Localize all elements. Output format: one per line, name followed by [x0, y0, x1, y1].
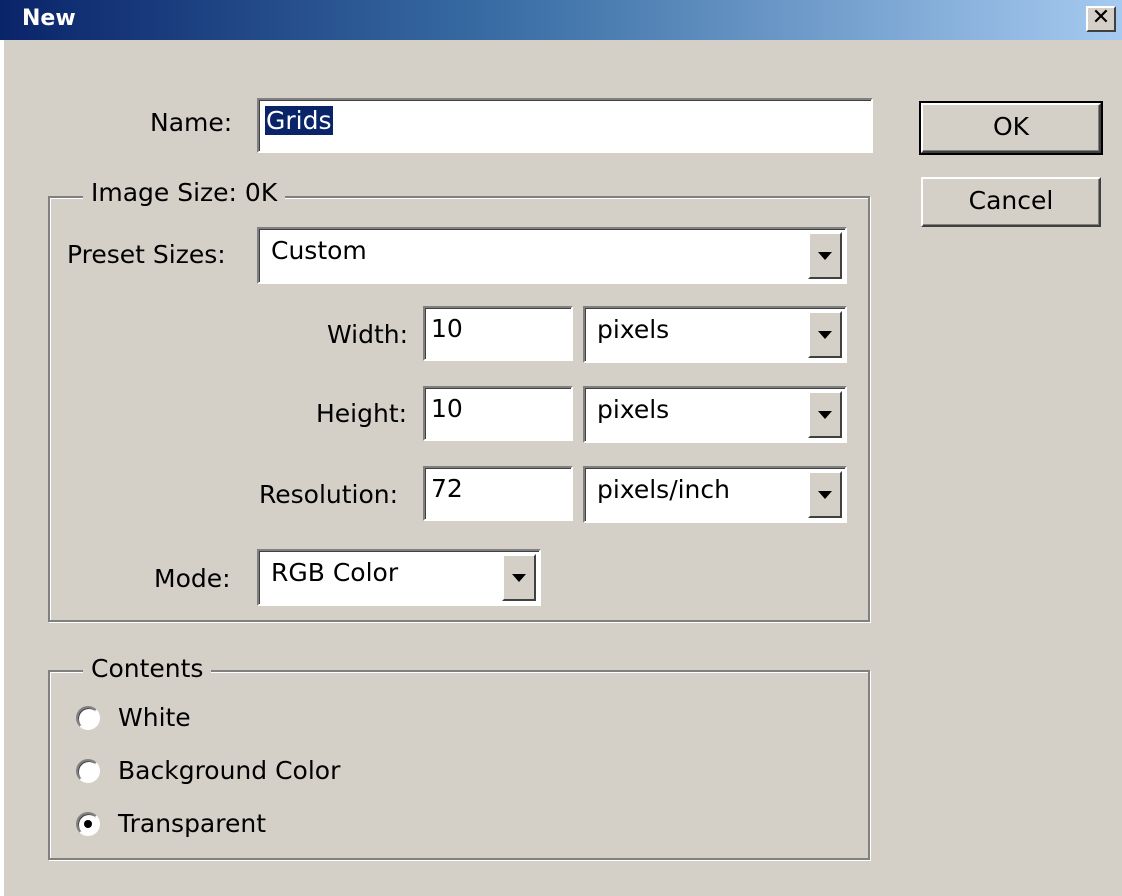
width-value: 10: [431, 314, 463, 343]
name-label: Name:: [150, 108, 233, 137]
height-input[interactable]: 10: [423, 386, 573, 441]
name-input-value: Grids: [265, 106, 333, 135]
window-frame: [0, 40, 4, 896]
radio-transparent[interactable]: [76, 812, 100, 836]
contents-legend: Contents: [83, 654, 212, 683]
width-unit-value: pixels: [597, 315, 670, 344]
resolution-input[interactable]: 72: [423, 466, 573, 521]
chevron-down-icon[interactable]: [502, 554, 536, 601]
preset-sizes-value: Custom: [271, 236, 367, 265]
mode-select[interactable]: RGB Color: [257, 549, 541, 606]
resolution-label: Resolution:: [259, 480, 399, 509]
resolution-unit-value: pixels/inch: [597, 475, 730, 504]
height-label: Height:: [316, 399, 408, 428]
name-input[interactable]: Grids: [257, 98, 873, 153]
radio-background-color-label[interactable]: Background Color: [118, 756, 340, 785]
chevron-down-icon[interactable]: [808, 311, 842, 358]
resolution-value: 72: [431, 474, 463, 503]
chevron-down-icon[interactable]: [808, 232, 842, 279]
cancel-button[interactable]: Cancel: [921, 177, 1101, 227]
radio-background-color[interactable]: [76, 759, 100, 783]
radio-white[interactable]: [76, 706, 100, 730]
window-title: New: [22, 6, 76, 31]
preset-sizes-select[interactable]: Custom: [257, 227, 847, 284]
width-label: Width:: [327, 320, 409, 349]
height-value: 10: [431, 394, 463, 423]
mode-value: RGB Color: [271, 558, 399, 587]
mode-label: Mode:: [154, 564, 231, 593]
chevron-down-icon[interactable]: [808, 471, 842, 518]
radio-white-label[interactable]: White: [118, 703, 191, 732]
width-input[interactable]: 10: [423, 306, 573, 361]
chevron-down-icon[interactable]: [808, 391, 842, 438]
image-size-legend: Image Size: 0K: [83, 178, 286, 207]
resolution-unit-select[interactable]: pixels/inch: [583, 466, 847, 523]
title-bar[interactable]: New ✕: [0, 0, 1122, 40]
preset-sizes-label: Preset Sizes:: [67, 240, 226, 269]
width-unit-select[interactable]: pixels: [583, 306, 847, 363]
ok-button[interactable]: OK: [919, 101, 1103, 155]
height-unit-select[interactable]: pixels: [583, 386, 847, 443]
height-unit-value: pixels: [597, 395, 670, 424]
radio-transparent-label[interactable]: Transparent: [118, 809, 266, 838]
close-icon[interactable]: ✕: [1086, 6, 1116, 32]
